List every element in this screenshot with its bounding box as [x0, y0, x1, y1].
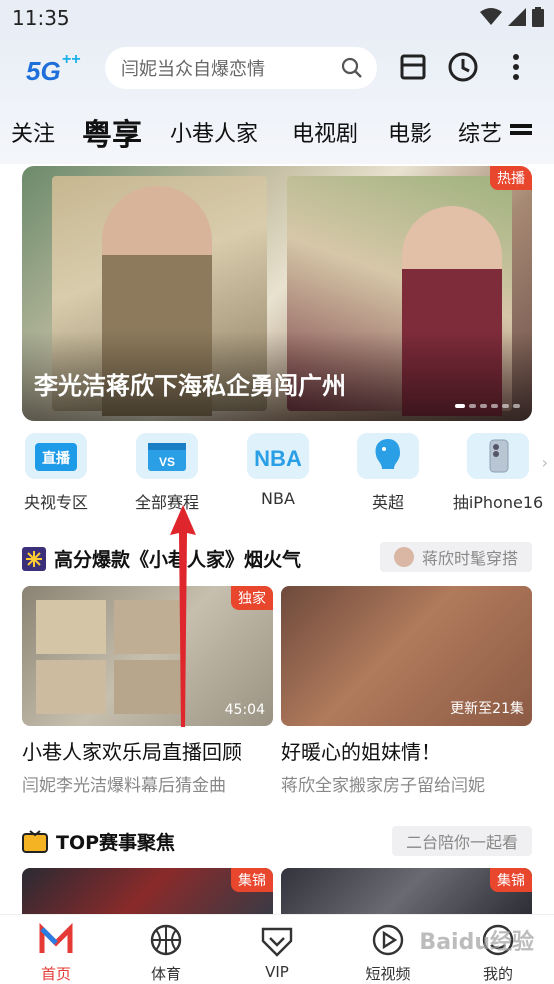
nav-label: VIP — [265, 963, 289, 981]
play-icon — [372, 924, 404, 956]
video-thumbnail: 集锦 — [281, 868, 532, 914]
nav-label: 我的 — [482, 965, 513, 983]
category-label: NBA — [261, 489, 295, 508]
section-title: 高分爆款《小巷人家》烟火气 — [22, 545, 301, 572]
hero-banner[interactable]: 热播 李光洁蒋欣下海私企勇闯广州 — [22, 166, 532, 421]
svg-text:VS: VS — [159, 455, 175, 469]
video-badge: 集锦 — [231, 868, 273, 892]
search-input[interactable]: 闫妮当众自爆恋情 — [121, 55, 341, 81]
pagination-dot — [491, 404, 498, 408]
pagination-dot — [513, 404, 520, 408]
section-title: TOP赛事聚焦 — [22, 828, 175, 855]
banner-caption: 李光洁蒋欣下海私企勇闯广州 — [34, 372, 346, 400]
battery-icon — [532, 7, 544, 27]
search-icon[interactable] — [341, 57, 363, 79]
svg-text:直播: 直播 — [42, 450, 71, 467]
schedule-icon: VS — [136, 433, 198, 479]
category-label: 全部赛程 — [134, 493, 199, 512]
annotation-arrow-icon — [170, 505, 196, 727]
iphone-icon — [467, 433, 529, 479]
nav-label: 首页 — [40, 965, 71, 983]
status-time: 11:35 — [12, 6, 70, 30]
channel-tabs: 关注 粤享 小巷人家 电视剧 电影 综艺 — [0, 110, 554, 154]
video-badge: 集锦 — [490, 868, 532, 892]
more-options-icon[interactable] — [500, 51, 532, 83]
video-card[interactable]: 更新至21集 好暖心的姐妹情！ 蒋欣全家搬家房子留给闫妮 — [281, 586, 532, 796]
category-nba[interactable]: NBA NBA — [222, 433, 334, 508]
tv-icon — [22, 829, 48, 853]
pagination-dot — [469, 404, 476, 408]
video-duration: 45:04 — [224, 702, 265, 718]
history-icon[interactable] — [447, 51, 479, 83]
tab-movies[interactable]: 电影 — [388, 116, 432, 148]
category-label: 英超 — [371, 493, 404, 512]
app-header: 5G ++ 闫妮当众自爆恋情 关注 粤享 小巷人家 电视剧 电影 综艺 — [0, 36, 554, 164]
chevron-right-icon[interactable]: › — [542, 453, 548, 472]
video-episode-status: 更新至21集 — [450, 701, 524, 717]
live-tv-icon: 直播 — [25, 433, 87, 479]
tab-tv-series[interactable]: 电视剧 — [292, 116, 358, 148]
category-row: 直播 央视专区 VS 全部赛程 NBA NBA 英超 抽iPhone16 › — [0, 433, 554, 513]
fireworks-icon — [22, 546, 46, 571]
nav-sports[interactable]: 体育 — [126, 923, 206, 984]
avatar — [393, 547, 414, 567]
nav-short-video[interactable]: 短视频 — [348, 923, 428, 984]
video-subtitle: 蒋欣全家搬家房子留给闫妮 — [281, 776, 485, 796]
wifi-icon — [480, 8, 502, 25]
tab-variety[interactable]: 综艺 — [458, 116, 502, 148]
home-icon — [39, 922, 73, 953]
category-cctv[interactable]: 直播 央视专区 — [0, 433, 112, 513]
nba-icon: NBA — [247, 433, 309, 479]
status-bar: 11:35 — [0, 0, 554, 36]
status-icons — [480, 7, 544, 27]
category-premier-league[interactable]: 英超 — [332, 433, 444, 513]
banner-pagination — [455, 404, 520, 408]
nav-home[interactable]: 首页 — [16, 922, 96, 984]
video-thumbnail: 更新至21集 — [281, 586, 532, 726]
nav-vip[interactable]: VIP — [237, 923, 317, 981]
video-badge: 独家 — [231, 586, 273, 610]
premier-league-icon — [357, 433, 419, 479]
watermark: Baidu经验 — [419, 930, 534, 955]
video-title: 好暖心的姐妹情！ — [281, 740, 441, 764]
tab-follow[interactable]: 关注 — [11, 116, 55, 148]
nav-label: 短视频 — [365, 965, 411, 983]
nav-label: 体育 — [150, 965, 181, 983]
tab-xiaoxiang[interactable]: 小巷人家 — [170, 116, 258, 148]
video-card[interactable]: 集锦 — [22, 868, 273, 914]
category-label: 抽iPhone16 — [452, 493, 544, 512]
svg-text:++: ++ — [62, 51, 81, 68]
section-promo-button[interactable]: 蒋欣时髦穿搭 — [379, 542, 532, 572]
basketball-icon — [150, 924, 182, 956]
tab-menu-icon[interactable] — [510, 124, 532, 140]
video-thumbnail: 集锦 — [22, 868, 273, 914]
5g-logo-icon: 5G ++ — [26, 51, 81, 86]
category-iphone[interactable]: 抽iPhone16 — [442, 433, 554, 513]
inbox-icon[interactable] — [397, 51, 429, 83]
search-bar[interactable]: 闫妮当众自爆恋情 — [105, 47, 377, 89]
signal-icon — [508, 8, 526, 26]
video-thumbnail: 独家 45:04 — [22, 586, 273, 726]
tab-yuexiang[interactable]: 粤享 — [82, 110, 142, 154]
svg-text:NBA: NBA — [255, 446, 301, 471]
video-subtitle: 闫妮李光洁爆料幕后猜金曲 — [22, 776, 226, 796]
vip-icon — [261, 927, 293, 957]
banner-badge: 热播 — [490, 166, 532, 190]
video-card[interactable]: 独家 45:04 小巷人家欢乐局直播回顾 闫妮李光洁爆料幕后猜金曲 — [22, 586, 273, 796]
category-label: 央视专区 — [23, 493, 88, 512]
video-card[interactable]: 集锦 — [281, 868, 532, 914]
section-promo-button[interactable]: 二台陪你一起看 — [391, 826, 532, 856]
category-schedule[interactable]: VS 全部赛程 — [111, 433, 223, 513]
pagination-dot — [480, 404, 487, 408]
pagination-dot — [455, 404, 465, 408]
svg-text:5G: 5G — [26, 56, 61, 86]
pagination-dot — [502, 404, 509, 408]
video-title: 小巷人家欢乐局直播回顾 — [22, 740, 242, 764]
